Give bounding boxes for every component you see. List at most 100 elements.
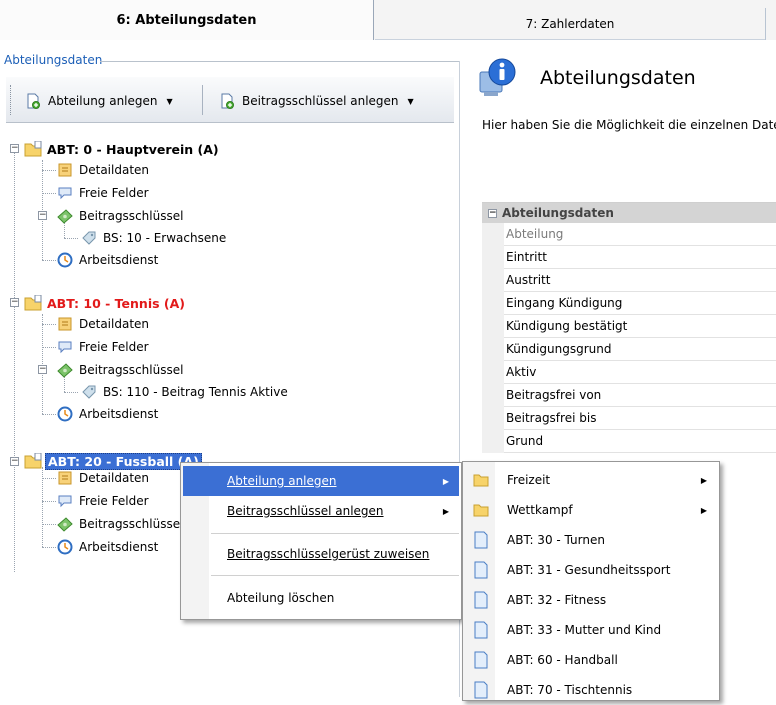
property-label: Grund (504, 430, 776, 453)
tree-node-freie-felder[interactable]: Freie Felder (56, 337, 151, 357)
property-label: Kündigung bestätigt (504, 315, 776, 338)
tree-node-beitragsschluessel[interactable]: Beitragsschlüssel (56, 360, 185, 380)
tree-node-label: Detaildaten (79, 317, 150, 331)
property-label: Kündigungsgrund (504, 338, 776, 361)
money-icon (56, 362, 74, 378)
new-document-icon (24, 93, 42, 109)
tree-node-label: Detaildaten (79, 163, 150, 177)
tab-zahlerdaten[interactable]: 7: Zahlerdaten (375, 8, 765, 40)
tree-node-freie-felder[interactable]: Freie Felder (56, 183, 151, 203)
beitragsschluessel-anlegen-button[interactable]: Beitragsschlüssel anlegen ▼ (214, 89, 418, 113)
tab-separator (765, 8, 766, 40)
property-label: Eingang Kündigung (504, 292, 776, 315)
property-grid[interactable]: − Abteilungsdaten Abteilung Eintritt Aus… (482, 202, 776, 460)
submenu-item-abt-60[interactable]: ABT: 60 - Handball (465, 645, 717, 675)
folder-icon (24, 141, 42, 157)
tab-zahlerdaten-label: 7: Zahlerdaten (525, 16, 615, 31)
folder-icon (472, 501, 490, 519)
tree-node-arbeitsdienst[interactable]: Arbeitsdienst (56, 250, 160, 270)
property-label: Beitragsfrei von (504, 384, 776, 407)
document-icon (56, 470, 74, 486)
tree-node-beitragsschluessel[interactable]: Beitragsschlüssel (56, 514, 185, 534)
abteilung-anlegen-button[interactable]: Abteilung anlegen ▼ (20, 89, 177, 113)
menu-separator (211, 533, 459, 534)
property-grid-header[interactable]: − Abteilungsdaten (482, 203, 776, 223)
clock-icon (56, 252, 74, 268)
new-document-icon (218, 93, 236, 109)
tree-node-label: Detaildaten (79, 471, 150, 485)
speech-bubble-icon (56, 185, 74, 201)
tree-line (14, 148, 15, 572)
toolbar-grip[interactable] (10, 85, 13, 115)
property-label: Eintritt (504, 246, 776, 269)
collapse-toggle[interactable]: − (10, 144, 19, 153)
tree-line (64, 238, 78, 239)
property-row-kuendigung-bestaetigt[interactable]: Kündigung bestätigt (482, 315, 776, 338)
menu-item-abteilung-anlegen[interactable]: Abteilung anlegen ▶ (183, 466, 459, 496)
tree-node-detaildaten[interactable]: Detaildaten (56, 160, 151, 180)
submenu-item-abt-32[interactable]: ABT: 32 - Fitness (465, 585, 717, 615)
tree-node-freie-felder[interactable]: Freie Felder (56, 491, 151, 511)
tab-bar: 6: Abteilungsdaten 7: Zahlerdaten (0, 0, 776, 40)
tree-node-arbeitsdienst[interactable]: Arbeitsdienst (56, 404, 160, 424)
tree-node-arbeitsdienst[interactable]: Arbeitsdienst (56, 537, 160, 557)
collapse-toggle[interactable]: − (10, 298, 19, 307)
submenu-item-label: ABT: 30 - Turnen (507, 533, 605, 547)
collapse-toggle[interactable]: − (488, 208, 497, 218)
submenu-item-abt-30[interactable]: ABT: 30 - Turnen (465, 525, 717, 555)
tree-node-detaildaten[interactable]: Detaildaten (56, 468, 151, 488)
collapse-toggle[interactable]: − (10, 457, 19, 466)
tree-node-beitragsschluessel[interactable]: Beitragsschlüssel (56, 206, 185, 226)
property-row-austritt[interactable]: Austritt (482, 269, 776, 292)
submenu-item-label: ABT: 70 - Tischtennis (507, 683, 633, 697)
tree-node-bs[interactable]: BS: 10 - Erwachsene (80, 228, 228, 248)
submenu-item-abt-33[interactable]: ABT: 33 - Mutter und Kind (465, 615, 717, 645)
document-icon (472, 531, 490, 549)
property-row-abteilung[interactable]: Abteilung (482, 223, 776, 246)
tree-node-label: Beitragsschlüssel (79, 209, 184, 223)
submenu-item-abt-70[interactable]: ABT: 70 - Tischtennis (465, 675, 717, 705)
submenu-arrow-icon: ▶ (442, 506, 449, 516)
tree-node-label: Beitragsschlüssel (79, 517, 184, 531)
property-row-eintritt[interactable]: Eintritt (482, 246, 776, 269)
folder-icon (472, 471, 490, 489)
tree-line (42, 170, 56, 171)
abteilung-anlegen-label: Abteilung anlegen (48, 94, 158, 108)
tree-node-detaildaten[interactable]: Detaildaten (56, 314, 151, 334)
document-icon (472, 621, 490, 639)
property-row-aktiv[interactable]: Aktiv (482, 361, 776, 384)
beitragsschluessel-anlegen-label: Beitragsschlüssel anlegen (242, 94, 399, 108)
tree-node-label: Arbeitsdienst (79, 407, 159, 421)
tree-node-abt-0[interactable]: ABT: 0 - Hauptverein (A) (24, 139, 221, 159)
collapse-toggle[interactable]: − (38, 211, 47, 220)
tree-node-label: Beitragsschlüssel (79, 363, 184, 377)
submenu-item-freizeit[interactable]: Freizeit ▶ (465, 465, 717, 495)
document-icon (472, 681, 490, 699)
submenu-item-abt-31[interactable]: ABT: 31 - Gesundheitssport (465, 555, 717, 585)
tree-line (42, 414, 56, 415)
tree-node-label: Freie Felder (79, 494, 149, 508)
tree-node-bs[interactable]: BS: 110 - Beitrag Tennis Aktive (80, 382, 290, 402)
property-row-beitragsfrei-von[interactable]: Beitragsfrei von (482, 384, 776, 407)
tree-node-abt-10[interactable]: ABT: 10 - Tennis (A) (24, 293, 187, 313)
tab-abteilungsdaten[interactable]: 6: Abteilungsdaten (0, 0, 374, 40)
menu-item-beitragsschluesselgeruest-zuweisen[interactable]: Beitragsschlüsselgerüst zuweisen (183, 539, 459, 569)
property-row-kuendigungsgrund[interactable]: Kündigungsgrund (482, 338, 776, 361)
submenu-item-label: ABT: 32 - Fitness (507, 593, 607, 607)
property-row-beitragsfrei-bis[interactable]: Beitragsfrei bis (482, 407, 776, 430)
property-row-grund[interactable]: Grund (482, 430, 776, 453)
menu-separator (211, 575, 459, 576)
collapse-toggle[interactable]: − (38, 365, 47, 374)
menu-item-beitragsschluessel-anlegen[interactable]: Beitragsschlüssel anlegen ▶ (183, 496, 459, 526)
money-icon (56, 208, 74, 224)
speech-bubble-icon (56, 493, 74, 509)
menu-item-abteilung-loeschen[interactable]: Abteilung löschen (183, 583, 459, 613)
tag-icon (80, 230, 98, 246)
tag-icon (80, 384, 98, 400)
submenu[interactable]: Freizeit ▶ Wettkampf ▶ ABT: 30 - Turnen … (462, 461, 720, 701)
context-menu[interactable]: Abteilung anlegen ▶ Beitragsschlüssel an… (180, 462, 462, 620)
chevron-down-icon: ▼ (166, 96, 173, 106)
submenu-item-wettkampf[interactable]: Wettkampf ▶ (465, 495, 717, 525)
property-label: Aktiv (504, 361, 776, 384)
property-row-eingang-kuendigung[interactable]: Eingang Kündigung (482, 292, 776, 315)
